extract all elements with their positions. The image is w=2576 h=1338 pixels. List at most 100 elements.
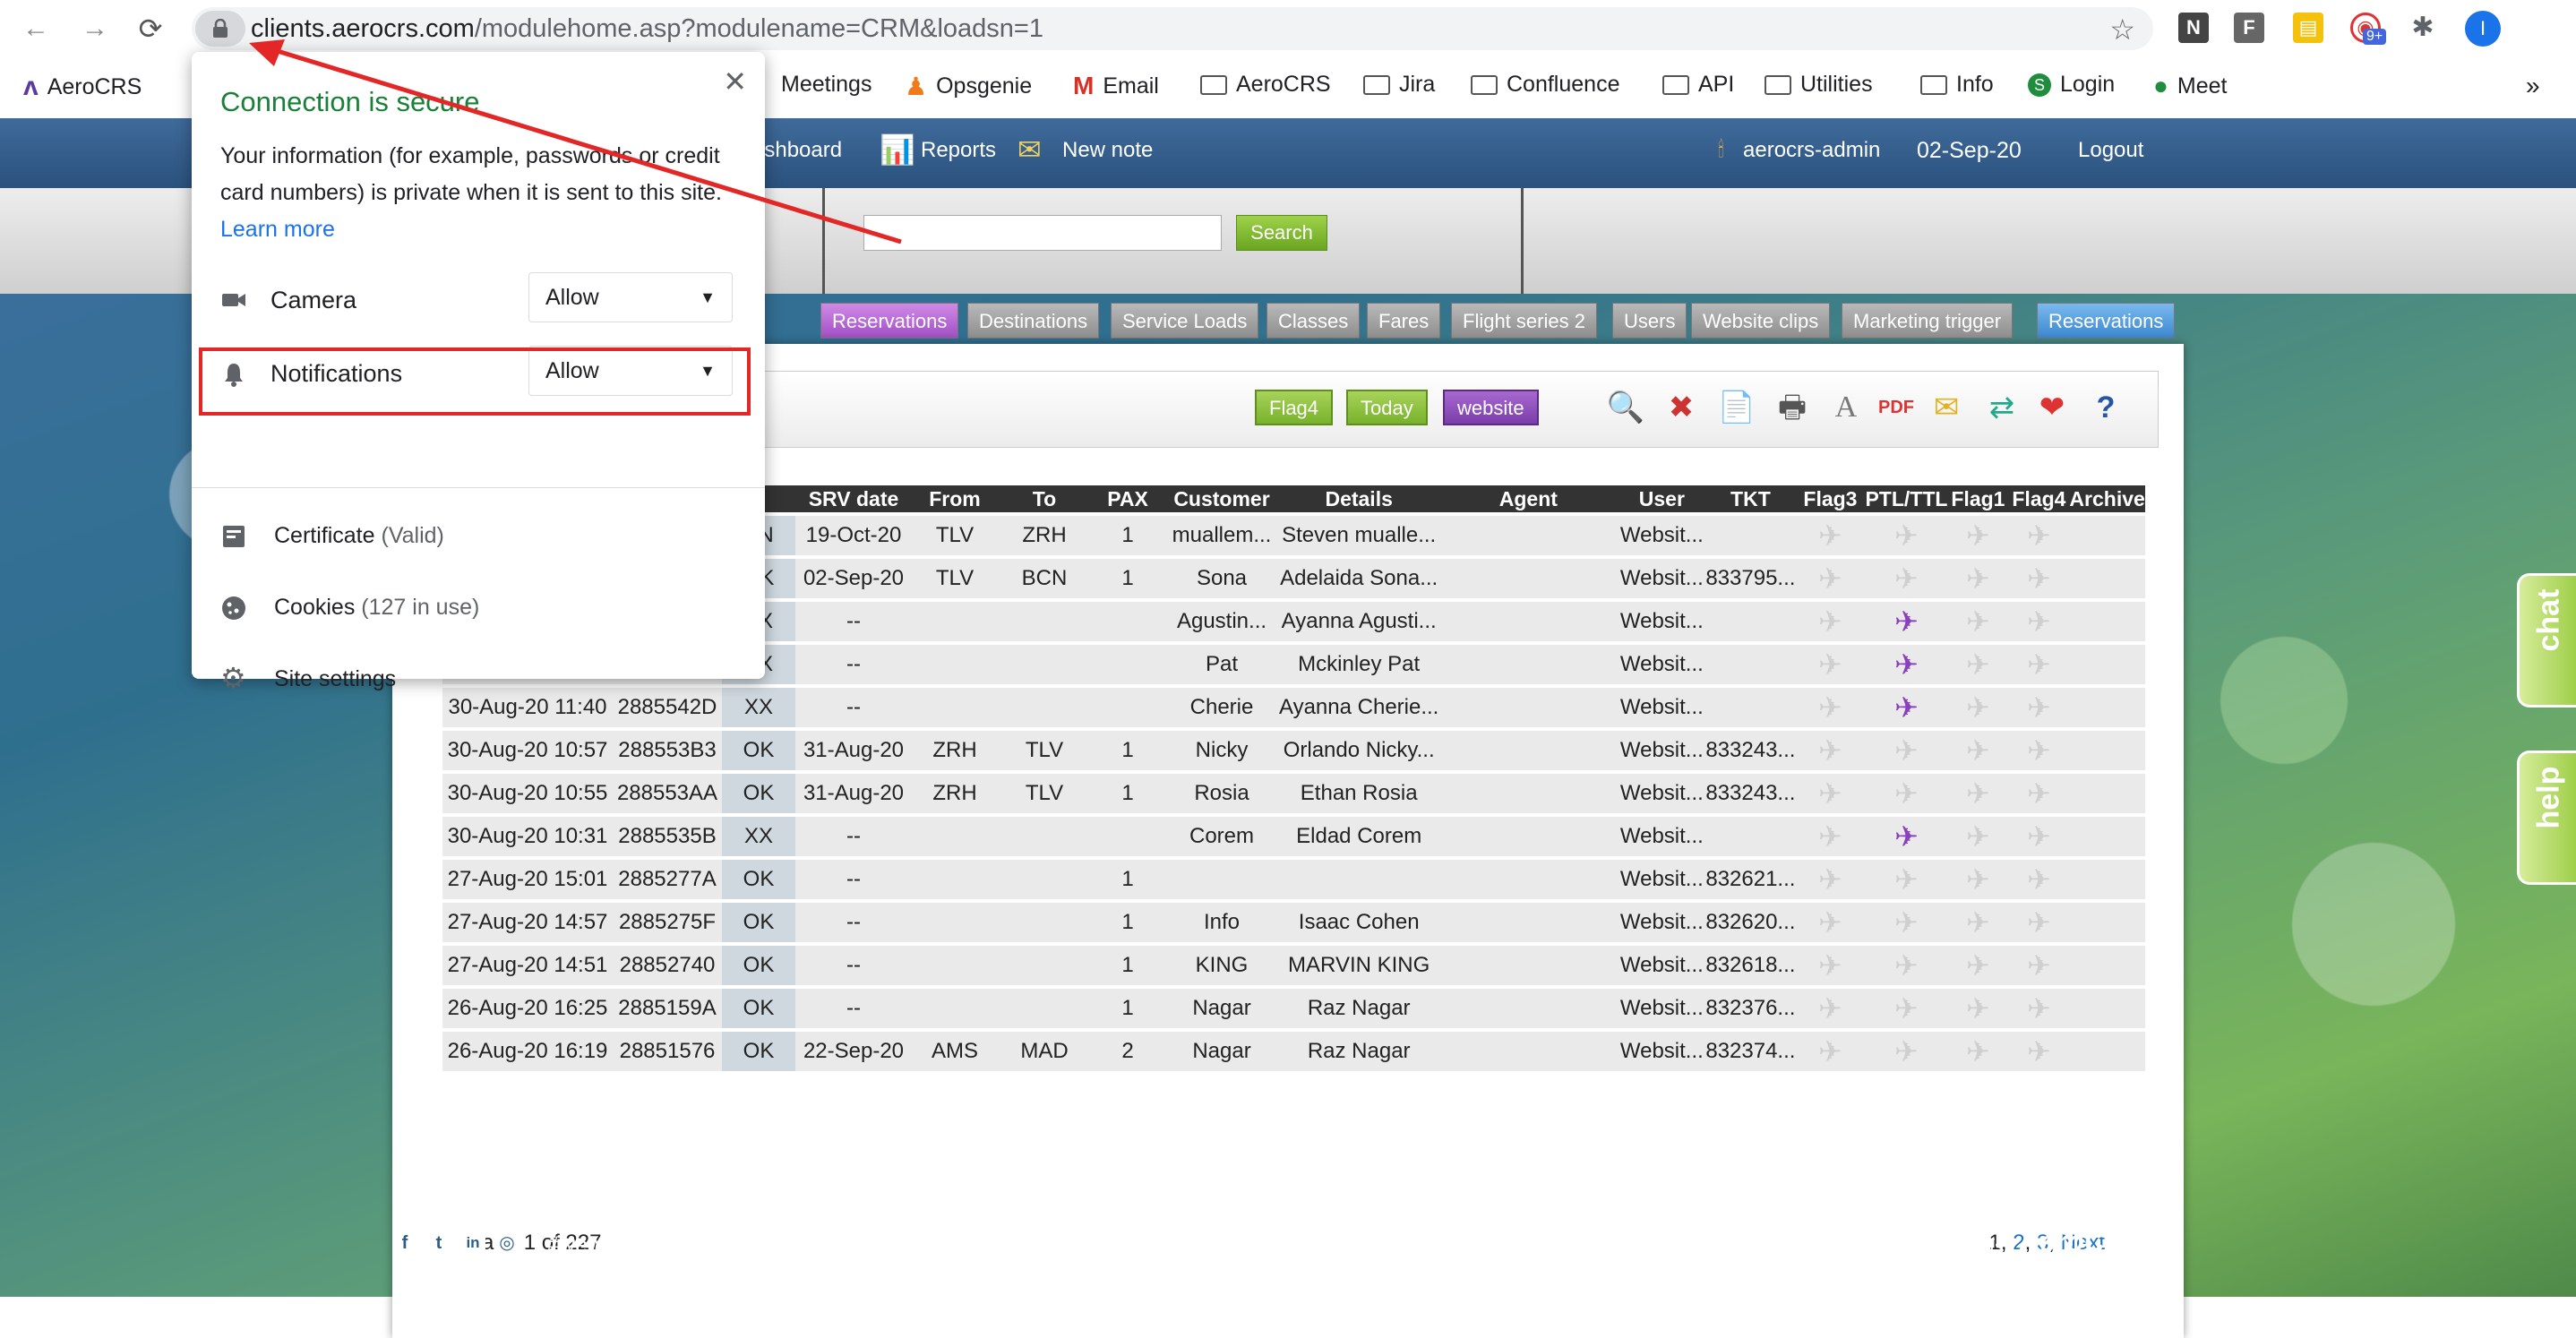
airplane-flag1-icon[interactable]: ✈ [1966,903,1990,942]
airplane-ptl-icon[interactable]: ✈ [1894,989,1919,1028]
bookmark-folder-info[interactable]: Info [1920,72,1994,98]
airplane-ptl-icon[interactable]: ✈ [1894,602,1919,641]
note-icon[interactable]: ✉ [1018,133,1042,167]
airplane-flag3-icon[interactable]: ✈ [1818,860,1842,899]
tab-service-loads[interactable]: Service Loads [1111,303,1259,339]
airplane-ptl-icon[interactable]: ✈ [1894,645,1919,684]
airplane-flag3-icon[interactable]: ✈ [1818,645,1842,684]
airplane-ptl-icon[interactable]: ✈ [1894,731,1919,770]
airplane-flag1-icon[interactable]: ✈ [1966,1032,1990,1071]
airplane-flag1-icon[interactable]: ✈ [1966,946,1990,985]
site-settings-row[interactable]: Site settings [274,666,396,692]
table-row[interactable]: 26-Aug-20 16:19 28851576 OK 22-Sep-20 AMS MAD… [442,1032,2145,1071]
airplane-ptl-icon[interactable]: ✈ [1894,946,1919,985]
today-filter-button[interactable]: Today [1346,390,1428,425]
cookies-row[interactable]: Cookies (127 in use) [274,595,479,621]
col-tkt[interactable]: TKT [1705,485,1796,512]
col-from[interactable]: From [912,485,998,512]
airplane-flag4-icon[interactable]: ✈ [2027,688,2051,727]
tab-website-clips[interactable]: Website clips [1691,303,1831,339]
more-bookmarks-chevron-icon[interactable]: » [2526,72,2540,100]
airplane-flag4-icon[interactable]: ✈ [2027,1032,2051,1071]
switch-background-link[interactable]: Switch background [1732,1235,1899,1258]
reports-link[interactable]: Reports [921,138,996,163]
profile-avatar[interactable]: I [2465,11,2501,47]
table-row[interactable]: 30-Aug-20 11:40 2885542D XX -- Cherie Ayanna … [442,688,2145,727]
add-record-icon[interactable]: 📄 [1717,388,1756,427]
bookmark-meet[interactable]: ● Meet [2153,72,2228,100]
bookmark-login[interactable]: S Login [2028,72,2115,98]
col-flag3[interactable]: Flag3 [1795,485,1866,512]
search-input[interactable] [863,215,1222,251]
pdf-icon[interactable]: PDF [1876,388,1916,427]
airplane-flag3-icon[interactable]: ✈ [1818,559,1842,598]
bookmark-folder-utilities[interactable]: Utilities [1765,72,1873,98]
table-row[interactable]: 27-Aug-20 15:01 2885277A OK -- 1 Websit... 832… [442,860,2145,899]
airplane-flag3-icon[interactable]: ✈ [1818,1032,1842,1071]
table-row[interactable]: 30-Aug-20 10:57 288553B3 OK 31-Aug-20 ZRH TLV… [442,731,2145,770]
airplane-ptl-icon[interactable]: ✈ [1894,516,1919,555]
facebook-icon[interactable]: f [392,1231,417,1256]
tab-classes[interactable]: Classes [1267,303,1361,339]
sync-icon[interactable]: ⇄ [1982,388,2022,427]
airplane-flag4-icon[interactable]: ✈ [2027,860,2051,899]
clear-filter-icon[interactable]: ✖ [1662,388,1701,427]
airplane-flag3-icon[interactable]: ✈ [1818,946,1842,985]
col-customer[interactable]: Customer [1164,485,1279,512]
col-pax[interactable]: PAX [1091,485,1164,512]
col-flag4[interactable]: Flag4 [2008,485,2070,512]
airplane-flag3-icon[interactable]: ✈ [1818,774,1842,813]
bookmark-folder-aerocrs[interactable]: AeroCRS [1200,72,1331,98]
airplane-ptl-icon[interactable]: ✈ [1894,559,1919,598]
airplane-flag1-icon[interactable]: ✈ [1966,860,1990,899]
airplane-flag3-icon[interactable]: ✈ [1818,817,1842,856]
airplane-ptl-icon[interactable]: ✈ [1894,1032,1919,1071]
airplane-flag3-icon[interactable]: ✈ [1818,602,1842,641]
bookmark-folder-api[interactable]: API [1662,72,1734,98]
user-name[interactable]: aerocrs-admin [1743,138,1880,163]
font-icon[interactable]: A [1826,388,1866,427]
airplane-flag4-icon[interactable]: ✈ [2027,989,2051,1028]
website-filter-button[interactable]: website [1443,390,1539,425]
col-agent[interactable]: Agent [1438,485,1619,512]
certificate-row[interactable]: Certificate (Valid) [274,523,444,549]
flag4-filter-button[interactable]: Flag4 [1255,390,1334,425]
airplane-flag1-icon[interactable]: ✈ [1966,688,1990,727]
puzzle-extensions-icon[interactable]: ✱ [2408,13,2438,43]
help-tab[interactable]: help [2517,750,2576,885]
search-records-icon[interactable]: 🔍 [1606,388,1645,427]
table-row[interactable]: 27-Aug-20 14:57 2885275F OK -- 1 Info Isaac Co… [442,903,2145,942]
airplane-ptl-icon[interactable]: ✈ [1894,903,1919,942]
bookmark-folder-confluence[interactable]: Confluence [1471,72,1619,98]
table-row[interactable]: 30-Aug-20 10:31 2885535B XX -- Corem Eldad Co… [442,817,2145,856]
airplane-flag4-icon[interactable]: ✈ [2027,774,2051,813]
tab-reservations-secondary[interactable]: Reservations [2037,303,2176,339]
airplane-flag1-icon[interactable]: ✈ [1966,645,1990,684]
twitter-icon[interactable]: t [426,1231,451,1256]
bookmark-folder-jira[interactable]: Jira [1363,72,1435,98]
airplane-flag4-icon[interactable]: ✈ [2027,602,2051,641]
bookmark-opsgenie[interactable]: ♟ Opsgenie [905,72,1032,101]
airplane-ptl-icon[interactable]: ✈ [1894,860,1919,899]
col-ptl-ttl[interactable]: PTL/TTL [1865,485,1948,512]
tab-destinations[interactable]: Destinations [967,303,1100,339]
notion-extension-icon[interactable]: N [2178,13,2209,43]
search-button[interactable]: Search [1236,215,1327,251]
airplane-flag1-icon[interactable]: ✈ [1966,559,1990,598]
airplane-flag1-icon[interactable]: ✈ [1966,774,1990,813]
airplane-flag3-icon[interactable]: ✈ [1818,688,1842,727]
f-extension-icon[interactable]: F [2234,13,2264,43]
col-flag1[interactable]: Flag1 [1947,485,2009,512]
camera-permission-select[interactable]: Allow ▼ [528,272,733,322]
airplane-flag4-icon[interactable]: ✈ [2027,731,2051,770]
airplane-flag1-icon[interactable]: ✈ [1966,602,1990,641]
tab-fares[interactable]: Fares [1367,303,1441,339]
new-note-link[interactable]: New note [1062,138,1153,163]
airplane-ptl-icon[interactable]: ✈ [1894,774,1919,813]
airplane-flag4-icon[interactable]: ✈ [2027,817,2051,856]
col-details[interactable]: Details [1279,485,1439,512]
tab-reservations[interactable]: Reservations [820,303,959,339]
table-row[interactable]: 30-Aug-20 10:55 288553AA OK 31-Aug-20 ZRH TLV… [442,774,2145,813]
tab-flight-series[interactable]: Flight series 2 [1451,303,1597,339]
table-row[interactable]: 27-Aug-20 14:51 28852740 OK -- 1 KING MARVIN K… [442,946,2145,985]
